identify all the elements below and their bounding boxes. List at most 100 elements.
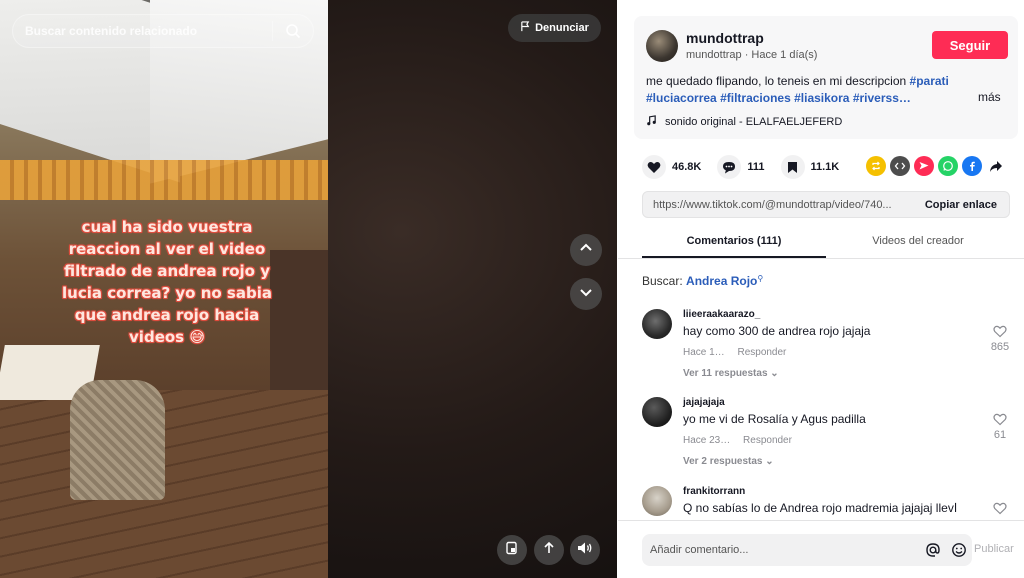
hashtag-link[interactable]: #filtraciones <box>720 91 791 105</box>
send-icon[interactable] <box>914 156 934 176</box>
description-text: me quedado flipando, lo teneis en mi des… <box>646 74 907 88</box>
report-button[interactable]: Denunciar <box>508 14 601 42</box>
comment-input[interactable]: Añadir comentario... <box>642 534 972 566</box>
author-username[interactable]: mundottrap <box>686 30 764 46</box>
comment-item: frankitorrann Q no sabías lo de Andrea r… <box>642 486 1012 518</box>
panel-tabs: Comentarios (111) Videos del creador <box>642 228 1010 258</box>
sound-link[interactable]: sonido original - ELALFAELJEFERD <box>646 115 842 129</box>
repost-icon[interactable] <box>866 156 886 176</box>
heart-icon <box>642 155 666 179</box>
comment-meta: Hace 23… Responder <box>683 435 802 446</box>
commenter-avatar[interactable] <box>642 486 672 516</box>
hashtag-link[interactable]: #liasikora <box>794 91 849 105</box>
comment-stat[interactable]: 111 <box>717 155 765 179</box>
commenter-avatar[interactable] <box>642 397 672 427</box>
mention-icon[interactable] <box>920 542 946 558</box>
like-count: 46.8K <box>672 161 702 173</box>
save-stat[interactable]: 11.1K <box>780 155 840 179</box>
arrow-up-icon <box>542 541 556 560</box>
share-buttons <box>866 156 1006 176</box>
sound-label: sonido original - ELALFAELJEFERD <box>665 116 843 128</box>
tabs-divider <box>618 258 1024 259</box>
video-url[interactable]: https://www.tiktok.com/@mundottrap/video… <box>643 199 913 211</box>
comment-text: hay como 300 de andrea rojo jajaja <box>683 324 871 338</box>
video-frame[interactable]: Buscar contenido relacionado cual ha sid… <box>0 0 328 578</box>
comment-item: liieeraakaarazo_ hay como 300 de andrea … <box>642 309 1012 389</box>
comment-placeholder: Añadir comentario... <box>650 544 749 556</box>
tab-comments[interactable]: Comentarios (111) <box>642 228 826 258</box>
post-comment-button[interactable]: Publicar <box>974 543 1014 555</box>
comment-like-button[interactable]: 865 <box>988 325 1012 353</box>
view-replies-button[interactable]: Ver 2 respuestas ⌄ <box>683 456 774 467</box>
tab-creator-videos[interactable]: Videos del creador <box>826 228 1010 258</box>
commenter-username[interactable]: jajajajaja <box>683 397 725 408</box>
comment-search-suggestion[interactable]: Buscar: Andrea Rojo⚲ <box>642 274 763 288</box>
comment-like-count: 61 <box>993 429 1007 441</box>
whatsapp-icon[interactable] <box>938 156 958 176</box>
facebook-icon[interactable] <box>962 156 982 176</box>
music-note-icon <box>646 115 657 129</box>
search-icon: ⚲ <box>757 274 764 283</box>
comment-text: yo me vi de Rosalía y Agus padilla <box>683 412 866 426</box>
commenter-username[interactable]: frankitorrann <box>683 486 745 497</box>
hashtag-link[interactable]: #luciacorrea <box>646 91 717 105</box>
video-player-area: Buscar contenido relacionado cual ha sid… <box>0 0 617 578</box>
comment-text: Q no sabías lo de Andrea rojo madremia j… <box>683 501 958 515</box>
related-content-search[interactable]: Buscar contenido relacionado <box>12 14 314 48</box>
video-caption-overlay: cual ha sido vuestra reaccion al ver el … <box>62 218 272 346</box>
search-icon[interactable] <box>273 23 313 39</box>
search-placeholder: Buscar contenido relacionado <box>25 24 198 38</box>
like-stat[interactable]: 46.8K <box>642 155 701 179</box>
next-video-button[interactable] <box>570 278 602 310</box>
embed-code-icon[interactable] <box>890 156 910 176</box>
chevron-down-icon: ⌄ <box>765 456 774 467</box>
comment-like-button[interactable]: 61 <box>988 413 1012 441</box>
reply-button[interactable]: Responder <box>737 347 786 358</box>
author-meta: mundottrap · Hace 1 día(s) <box>686 49 818 61</box>
speaker-icon <box>577 541 593 560</box>
copy-link-button[interactable]: Copiar enlace <box>913 199 1009 211</box>
comment-time: Hace 23… <box>683 435 731 446</box>
author-avatar[interactable] <box>646 30 678 62</box>
flag-icon <box>520 21 531 35</box>
share-link-box: https://www.tiktok.com/@mundottrap/video… <box>642 191 1010 218</box>
commenter-avatar[interactable] <box>642 309 672 339</box>
reply-button[interactable]: Responder <box>743 435 792 446</box>
view-replies-button[interactable]: Ver 11 respuestas ⌄ <box>683 368 779 379</box>
emoji-icon[interactable] <box>946 542 972 558</box>
comment-icon <box>717 155 742 179</box>
miniplayer-button[interactable] <box>497 535 527 565</box>
comment-meta: Hace 1… Responder <box>683 347 796 358</box>
follow-button[interactable]: Seguir <box>932 31 1008 59</box>
see-more-link[interactable]: más <box>978 90 1001 104</box>
previous-video-button[interactable] <box>570 234 602 266</box>
heart-outline-icon <box>993 325 1007 341</box>
hashtag-link[interactable]: #parati <box>910 74 949 88</box>
share-more-icon[interactable] <box>986 156 1006 176</box>
comment-time: Hace 1… <box>683 347 725 358</box>
comment-like-count: 865 <box>990 341 1010 353</box>
view-replies-label: Ver 2 respuestas <box>683 456 763 467</box>
video-description: me quedado flipando, lo teneis en mi des… <box>646 73 986 107</box>
chevron-down-icon: ⌄ <box>770 368 779 379</box>
hashtag-link[interactable]: #riverss… <box>853 91 911 105</box>
comment-count: 111 <box>747 161 765 173</box>
search-prefix: Buscar: <box>642 274 683 288</box>
chevron-down-icon <box>578 284 594 305</box>
chevron-up-icon <box>578 240 594 261</box>
autoscroll-button[interactable] <box>534 535 564 565</box>
miniplayer-icon <box>505 541 519 560</box>
view-replies-label: Ver 11 respuestas <box>683 368 768 379</box>
commenter-username[interactable]: liieeraakaarazo_ <box>683 309 760 320</box>
comment-like-button[interactable] <box>988 502 1012 518</box>
heart-outline-icon <box>993 502 1007 518</box>
tiktok-video-page: Buscar contenido relacionado cual ha sid… <box>0 0 1024 578</box>
engagement-stats: 46.8K 111 11.1K <box>642 155 855 179</box>
video-scene-pergola <box>0 160 328 200</box>
save-count: 11.1K <box>810 161 840 173</box>
comment-item: jajajajaja yo me vi de Rosalía y Agus pa… <box>642 397 1012 477</box>
video-scene-chair <box>70 380 165 500</box>
search-query[interactable]: Andrea Rojo <box>686 274 757 288</box>
bookmark-icon <box>780 155 805 179</box>
volume-button[interactable] <box>570 535 600 565</box>
